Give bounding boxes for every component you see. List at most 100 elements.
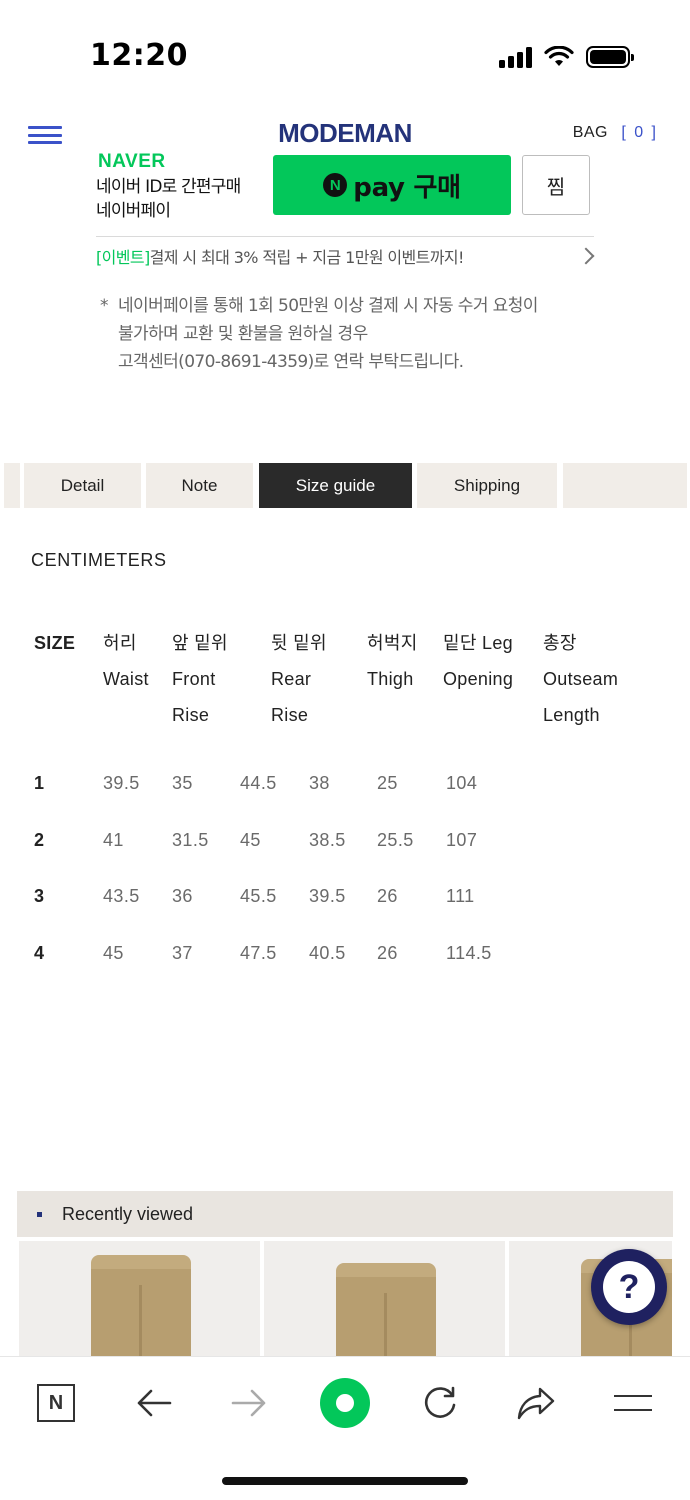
naver-desc-line1: 네이버 ID로 간편구매 bbox=[96, 177, 241, 197]
forward-arrow-icon bbox=[231, 1389, 266, 1417]
header-line: Rise bbox=[172, 705, 210, 725]
size-cell: 31.5 bbox=[172, 830, 209, 850]
header-line: 뒷 밑위 bbox=[271, 633, 327, 653]
menu-button[interactable] bbox=[605, 1375, 661, 1431]
tab-detail[interactable]: Detail bbox=[24, 463, 141, 508]
size-cell: 41 bbox=[103, 830, 124, 850]
size-cell: 40.5 bbox=[309, 943, 346, 963]
header-line: Outseam bbox=[543, 669, 619, 689]
header-line: Rear bbox=[271, 669, 312, 689]
size-cell: 36 bbox=[172, 886, 193, 906]
size-header-rear-rise: 뒷 밑위 Rear Rise bbox=[271, 625, 327, 733]
header-line: 허벅지 bbox=[367, 633, 418, 653]
notice-asterisk: * bbox=[100, 296, 108, 316]
header-line: Opening bbox=[443, 669, 514, 689]
notice-line3: 고객센터(070-8691-4359)로 연락 부탁드립니다. bbox=[118, 352, 464, 372]
size-cell: 44.5 bbox=[240, 773, 277, 793]
header-line: 밑단 Leg bbox=[443, 633, 513, 653]
size-cell: 107 bbox=[446, 830, 478, 850]
bag-count[interactable]: [ 0 ] bbox=[621, 124, 658, 142]
khaki-pants-image bbox=[91, 1255, 191, 1356]
size-cell: 45.5 bbox=[240, 886, 277, 906]
size-cell: 45 bbox=[240, 830, 261, 850]
size-header-leg-opening: 밑단 Leg Opening bbox=[443, 625, 513, 697]
header-line: Waist bbox=[103, 669, 149, 689]
header-line: Front bbox=[172, 669, 216, 689]
reload-button[interactable] bbox=[412, 1375, 468, 1431]
home-indicator bbox=[222, 1477, 468, 1485]
naver-pay-buy-label: pay 구매 bbox=[353, 172, 461, 203]
event-tag: [이벤트] bbox=[96, 248, 150, 267]
header-line: SIZE bbox=[34, 633, 76, 653]
header-line: 허리 bbox=[103, 633, 137, 653]
recently-viewed-title: Recently viewed bbox=[62, 1204, 194, 1224]
battery-icon bbox=[586, 46, 634, 68]
size-cell: 37 bbox=[172, 943, 193, 963]
naver-desc-line2: 네이버페이 bbox=[96, 201, 171, 221]
share-button[interactable] bbox=[508, 1375, 564, 1431]
share-icon bbox=[517, 1387, 555, 1420]
naver-event-link[interactable]: [이벤트]결제 시 최대 3% 적립 + 지금 1만원 이벤트까지! bbox=[96, 244, 464, 268]
size-cell: 43.5 bbox=[103, 886, 140, 906]
size-cell: 45 bbox=[103, 943, 124, 963]
back-button[interactable] bbox=[126, 1375, 182, 1431]
recent-product-thumbnail[interactable] bbox=[19, 1241, 260, 1356]
size-cell: 3 bbox=[34, 886, 45, 906]
status-time: 12:20 bbox=[90, 38, 188, 73]
tab-more[interactable] bbox=[563, 463, 687, 508]
event-text: 결제 시 최대 3% 적립 + 지금 1만원 이벤트까지! bbox=[149, 248, 465, 267]
size-header-outseam-length: 총장 Outseam Length bbox=[543, 625, 618, 733]
size-cell: 47.5 bbox=[240, 943, 277, 963]
bullet-icon bbox=[37, 1212, 42, 1217]
size-cell: 39.5 bbox=[103, 773, 140, 793]
size-header-waist: 허리 Waist bbox=[103, 625, 149, 697]
naver-pay-divider bbox=[96, 236, 594, 237]
reload-icon bbox=[424, 1386, 456, 1418]
size-cell: 104 bbox=[446, 773, 478, 793]
size-cell: 26 bbox=[377, 943, 398, 963]
naver-n-icon: N bbox=[37, 1384, 75, 1422]
size-cell: 4 bbox=[34, 943, 45, 963]
bag-link[interactable]: BAG bbox=[573, 124, 608, 142]
wifi-icon bbox=[544, 46, 574, 66]
tab-size-guide[interactable]: Size guide bbox=[259, 463, 412, 508]
green-dot-icon bbox=[320, 1378, 370, 1428]
size-cell: 35 bbox=[172, 773, 193, 793]
size-cell: 25 bbox=[377, 773, 398, 793]
chevron-right-icon[interactable] bbox=[577, 247, 595, 265]
size-cell: 1 bbox=[34, 773, 45, 793]
size-cell: 39.5 bbox=[309, 886, 346, 906]
header-line: Thigh bbox=[367, 669, 414, 689]
wishlist-button[interactable]: 찜 bbox=[522, 155, 590, 215]
status-bar: 12:20 bbox=[0, 0, 690, 100]
size-cell: 25.5 bbox=[377, 830, 414, 850]
size-unit-title: CENTIMETERS bbox=[31, 550, 167, 570]
size-header-size: SIZE bbox=[34, 625, 75, 661]
khaki-pants-image bbox=[336, 1263, 436, 1356]
help-button[interactable]: ? bbox=[591, 1249, 667, 1325]
header-line: 총장 bbox=[543, 633, 577, 653]
green-dot-button[interactable] bbox=[317, 1375, 373, 1431]
naver-pay-description: 네이버 ID로 간편구매 네이버페이 bbox=[96, 175, 241, 223]
recently-viewed-header: Recently viewed bbox=[17, 1191, 673, 1237]
size-cell: 114.5 bbox=[446, 943, 492, 963]
notice-line1: 네이버페이를 통해 1회 50만원 이상 결제 시 자동 수거 요청이 bbox=[118, 296, 538, 316]
naver-brand-label: NAVER bbox=[98, 152, 166, 168]
forward-button[interactable] bbox=[221, 1375, 277, 1431]
naver-pay-buy-button[interactable]: N pay 구매 bbox=[273, 155, 511, 215]
size-header-thigh: 허벅지 Thigh bbox=[367, 625, 418, 697]
naver-home-button[interactable]: N bbox=[28, 1375, 84, 1431]
notice-line2: 불가하며 교환 및 환불을 원하실 경우 bbox=[118, 324, 368, 344]
status-icons bbox=[499, 42, 634, 68]
product-tabs: Detail Note Size guide Shipping bbox=[0, 463, 690, 508]
naver-n-icon: N bbox=[323, 173, 348, 197]
header-line: Rise bbox=[271, 705, 309, 725]
tab-shipping[interactable]: Shipping bbox=[417, 463, 557, 508]
recent-product-thumbnail[interactable] bbox=[264, 1241, 505, 1356]
tab-note[interactable]: Note bbox=[146, 463, 253, 508]
cellular-signal-icon bbox=[499, 46, 532, 68]
size-cell: 38 bbox=[309, 773, 330, 793]
naver-pay-notice: * 네이버페이를 통해 1회 50만원 이상 결제 시 자동 수거 요청이 불가… bbox=[100, 292, 538, 376]
size-cell: 111 bbox=[446, 886, 475, 906]
size-header-front-rise: 앞 밑위 Front Rise bbox=[172, 625, 228, 733]
